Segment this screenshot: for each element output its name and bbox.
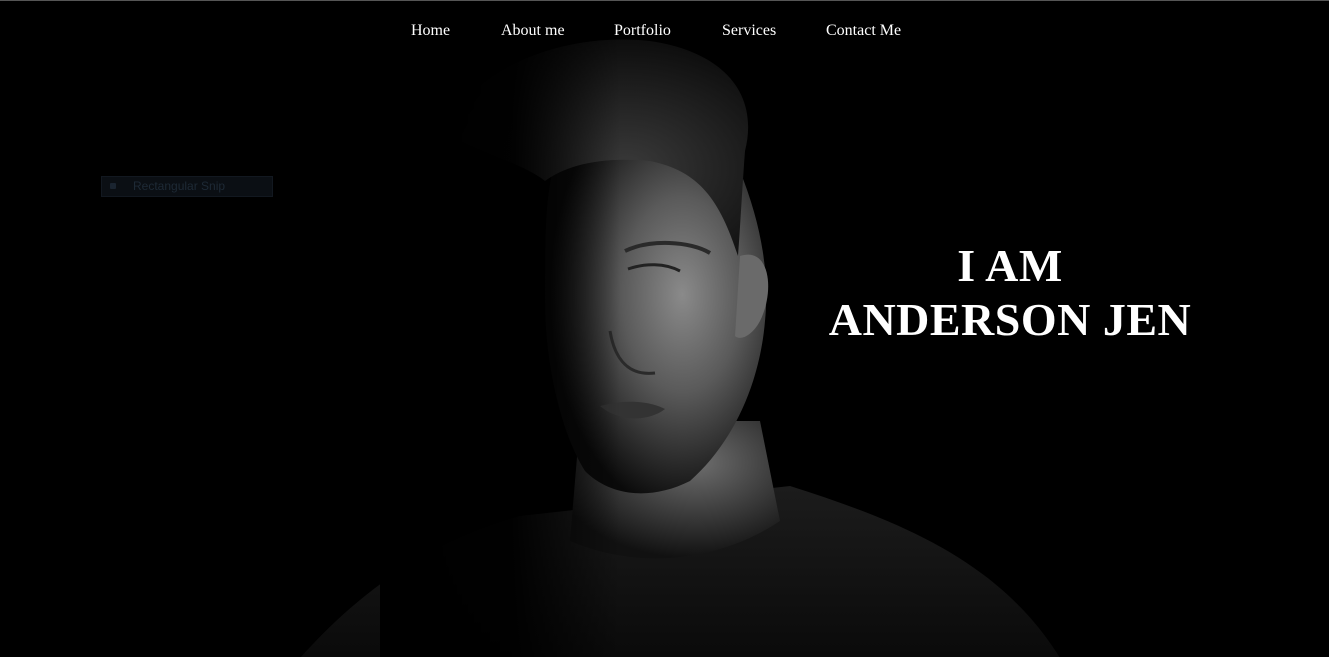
nav-link-portfolio[interactable]: Portfolio: [614, 19, 671, 43]
hero-heading: I AM ANDERSON JEN: [810, 239, 1210, 347]
hero-line-2: ANDERSON JEN: [828, 294, 1192, 345]
nav-link-about-me[interactable]: About me: [501, 19, 565, 43]
hero-line-1: I AM: [957, 240, 1063, 291]
rectangular-snip-overlay[interactable]: Rectangular Snip: [101, 176, 273, 197]
page: Home About me Portfolio Services Contact…: [0, 0, 1329, 657]
nav-link-services[interactable]: Services: [722, 19, 776, 43]
snip-mode-icon: [110, 183, 116, 189]
top-nav: Home About me Portfolio Services Contact…: [0, 19, 1329, 43]
snip-mode-label: Rectangular Snip: [133, 179, 226, 193]
nav-link-home[interactable]: Home: [411, 19, 450, 43]
nav-link-contact-me[interactable]: Contact Me: [826, 19, 901, 43]
